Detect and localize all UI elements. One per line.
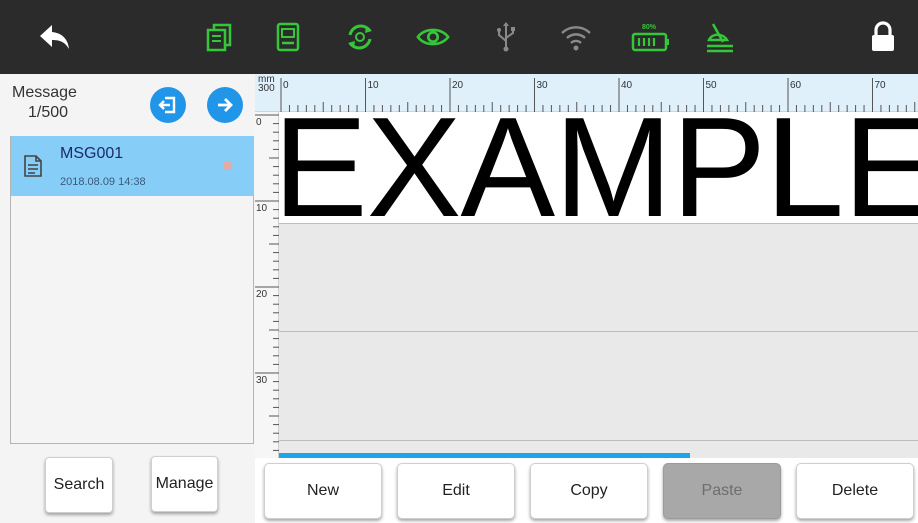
list-item[interactable]: MSG001 2018.08.09 14:38 xyxy=(11,136,254,196)
message-panel: Message 1/500 MSG001 2018.08.09 14:38 xyxy=(0,74,255,523)
status-dot xyxy=(223,161,232,170)
message-list: MSG001 2018.08.09 14:38 xyxy=(10,136,254,444)
device-icon[interactable] xyxy=(271,20,305,54)
files-icon[interactable] xyxy=(202,20,236,54)
ruler-label: 10 xyxy=(256,203,268,214)
battery-label: 80% xyxy=(642,24,657,31)
ruler-label: 0 xyxy=(256,117,262,128)
message-text[interactable]: EXAMPLE xyxy=(273,97,918,239)
ink-icon[interactable] xyxy=(703,20,737,54)
grid-line xyxy=(279,440,918,441)
message-date: 2018.08.09 14:38 xyxy=(60,176,146,188)
import-button[interactable] xyxy=(150,87,186,123)
ruler-label: 20 xyxy=(256,289,268,300)
lock-icon[interactable] xyxy=(866,20,900,54)
paste-button: Paste xyxy=(663,463,781,519)
back-icon[interactable] xyxy=(38,20,72,54)
import-icon xyxy=(158,96,176,114)
usb-icon[interactable] xyxy=(489,20,523,54)
copy-button[interactable]: Copy xyxy=(530,463,648,519)
eye-icon[interactable] xyxy=(416,20,450,54)
message-canvas[interactable]: EXAMPLE xyxy=(273,97,918,458)
battery-icon: 80% xyxy=(631,20,671,54)
top-toolbar: 80% xyxy=(0,0,918,74)
message-count: 1/500 xyxy=(28,104,69,121)
grid-line xyxy=(279,223,918,224)
ruler-label: 30 xyxy=(256,375,268,386)
arrow-right-icon xyxy=(218,98,233,112)
message-name: MSG001 xyxy=(60,145,124,162)
delete-button[interactable]: Delete xyxy=(796,463,914,519)
manage-button[interactable]: Manage xyxy=(151,456,218,512)
document-icon xyxy=(23,154,43,183)
message-title: Message xyxy=(12,84,77,101)
new-button[interactable]: New xyxy=(264,463,382,519)
refresh-icon[interactable] xyxy=(343,20,377,54)
print-area: EXAMPLE xyxy=(273,97,918,239)
wifi-icon[interactable] xyxy=(559,20,593,54)
search-button[interactable]: Search xyxy=(45,457,113,513)
edit-button[interactable]: Edit xyxy=(397,463,515,519)
next-button[interactable] xyxy=(207,87,243,123)
grid-line xyxy=(279,331,918,332)
